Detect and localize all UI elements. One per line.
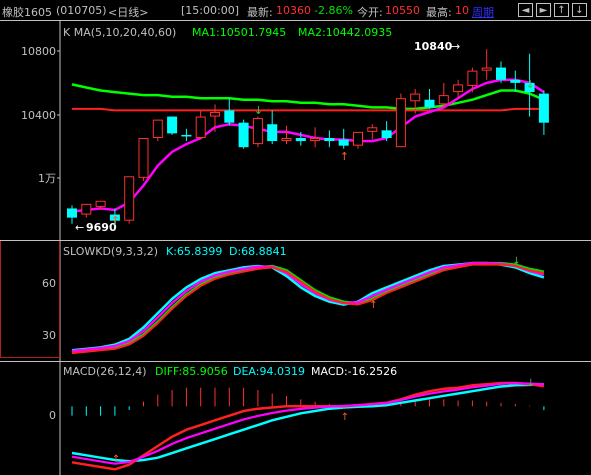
kd-sell-icon: ↓ bbox=[512, 256, 520, 267]
kd-k-value: K:65.8399 bbox=[166, 245, 222, 258]
kd-d-line bbox=[71, 261, 545, 353]
candle-body-up bbox=[138, 138, 149, 178]
high-marker-arrow: → bbox=[451, 40, 460, 53]
macd-mix-line bbox=[71, 382, 544, 465]
candle-body-up bbox=[453, 84, 464, 93]
macd-dea-value: DEA:94.0319 bbox=[233, 365, 305, 378]
candle-body-down bbox=[496, 67, 506, 80]
candle-body-up bbox=[210, 111, 220, 117]
high-marker: 10840 bbox=[414, 40, 453, 53]
kline-chart[interactable]: K MA(5,10,20,40,60) MA1:10501.7945 MA2:1… bbox=[0, 0, 591, 475]
candle-body-up bbox=[152, 119, 163, 138]
price-ylabel-mid: 10400 bbox=[21, 109, 56, 122]
price-plot: ↑ ↑ ↓ ↓ bbox=[67, 49, 549, 227]
candle-body-down bbox=[267, 124, 278, 142]
macd-diff-value: DIFF:85.9056 bbox=[155, 365, 228, 378]
candle-body-down bbox=[424, 99, 435, 108]
ma-red-line bbox=[72, 107, 544, 112]
candle-body-up bbox=[367, 127, 378, 132]
macd-buy-icon: ↑ bbox=[112, 454, 120, 465]
sell-signal-icon: ↓ bbox=[254, 104, 263, 117]
candle-body-up bbox=[124, 176, 135, 221]
sell-signal-icon: ↓ bbox=[526, 78, 535, 91]
candle-body-up bbox=[438, 95, 449, 105]
kd-mix-line bbox=[71, 261, 545, 353]
kd-d-value: D:68.8841 bbox=[229, 245, 287, 258]
price-ylabel-low: 1万 bbox=[38, 172, 56, 185]
candle-body-up bbox=[467, 70, 478, 86]
buy-signal-icon: ↑ bbox=[340, 150, 349, 163]
candle-body-up bbox=[252, 118, 263, 145]
candle-body-down bbox=[295, 138, 306, 142]
macd-sell-icon: ↓ bbox=[527, 378, 535, 389]
candle-body-down bbox=[67, 208, 77, 218]
candle-body-down bbox=[238, 122, 249, 148]
macd-indicator-title: MACD(26,12,4) bbox=[63, 365, 147, 378]
kd-plot: ↑↓ bbox=[71, 256, 545, 355]
candle-body-up bbox=[481, 67, 492, 71]
candle-body-up bbox=[310, 138, 321, 142]
macd-dea-line bbox=[71, 383, 544, 463]
kd-red-line bbox=[71, 263, 545, 355]
macd-hist-value: MACD:-16.2526 bbox=[311, 365, 397, 378]
candle-body-up bbox=[195, 116, 206, 138]
price-ylabel-high: 10800 bbox=[21, 45, 56, 58]
candle-body-down bbox=[381, 130, 392, 138]
candle-body-up bbox=[81, 203, 92, 215]
candle-body-down bbox=[538, 93, 549, 123]
macd-ylabel-0: 0 bbox=[49, 409, 56, 422]
kd-buy-icon: ↑ bbox=[369, 300, 377, 311]
kd-indicator-title: SLOWKD(9,3,3,2) bbox=[63, 245, 158, 258]
candle-body-down bbox=[338, 139, 349, 146]
candle-body-down bbox=[510, 79, 521, 83]
price-indicator-title: K MA(5,10,20,40,60) bbox=[63, 26, 176, 39]
ma1-value: MA1:10501.7945 bbox=[192, 26, 286, 39]
macd-plot: ↑ ↑ ↓ bbox=[71, 378, 545, 471]
candle-body-up bbox=[95, 200, 106, 207]
candle-body-up bbox=[410, 93, 421, 102]
candle-body-up bbox=[395, 98, 406, 148]
candle-body-down bbox=[324, 138, 335, 142]
candle-body-down bbox=[181, 134, 192, 137]
candle-body-up bbox=[281, 138, 292, 142]
candle-body-down bbox=[224, 110, 235, 123]
kd-ylabel-60: 60 bbox=[42, 277, 56, 290]
macd-buy-icon: ↑ bbox=[341, 412, 349, 423]
candle-body-up bbox=[353, 131, 363, 146]
kd-ylabel-30: 30 bbox=[42, 329, 56, 342]
candle-body-down bbox=[167, 116, 178, 134]
low-marker-arrow: ← bbox=[75, 221, 84, 234]
buy-signal-icon: ↑ bbox=[111, 214, 120, 227]
ma2-value: MA2:10442.0935 bbox=[298, 26, 392, 39]
